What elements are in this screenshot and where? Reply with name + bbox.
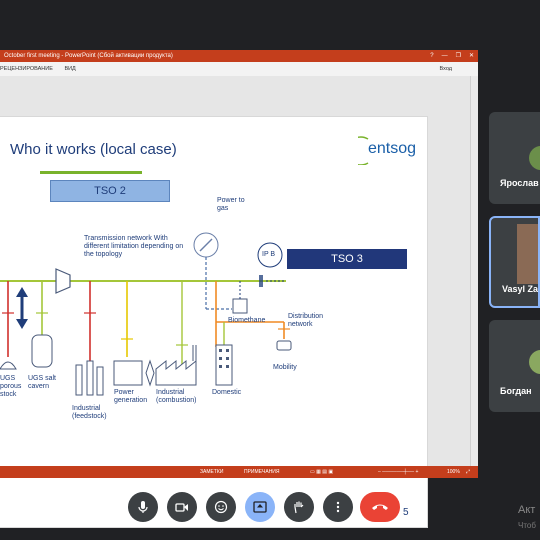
mobility-label: Mobility [273,364,297,371]
zoom-level[interactable]: 100% [447,466,460,478]
power-to-gas-label: Power to gas [217,197,245,212]
camera-button[interactable] [167,492,197,522]
microphone-icon [138,501,148,513]
avatar [529,146,540,170]
participant-tile-active[interactable]: Vasyl Za [489,216,540,308]
fit-slide-icon[interactable]: ⤢ [466,466,470,478]
biomethane-label: Biomethane [228,317,266,324]
ppt-window-title: October first meeting - PowerPoint (Сбой… [4,53,173,59]
microphone-button[interactable] [128,492,158,522]
power-generation-label: Power generation [114,389,148,404]
slide-title: Who it works (local case) [10,141,177,158]
domestic-building-icon [215,344,233,386]
raise-hand-button[interactable] [284,492,314,522]
entsog-logo: entsog [358,135,422,165]
comments-button[interactable]: ПРИМЕЧАНИЯ [244,466,280,478]
more-vert-icon [336,501,340,513]
participant-name: Ярослав [500,178,539,188]
meeting-stage: October first meeting - PowerPoint (Сбой… [0,0,540,540]
ugs-porous-icon [0,361,17,370]
close-icon[interactable]: ✕ [469,50,474,62]
minimize-icon[interactable]: — [442,50,448,62]
present-button[interactable] [245,492,275,522]
windows-activation-watermark-sub: Чтоб [518,521,536,530]
industrial-feedstock-label: Industrial (feedstock) [72,405,107,420]
biomethane-icon [232,298,248,314]
entsog-logo-text: entsog [368,140,417,157]
transmission-network-label: Transmission network With different limi… [84,235,184,258]
ugs-porous-label: UGS porous stock [0,375,22,398]
normal-view-icon[interactable]: ▭ ▦ ▤ ▣ [310,466,333,478]
restore-icon[interactable]: ❐ [456,50,461,62]
factory-icon [155,359,197,386]
tab-view[interactable]: ВИД [64,66,75,72]
tso3-box: TSO 3 [287,249,407,269]
domestic-label: Domestic [212,389,242,396]
participant-name: Богдан [500,386,532,396]
emoji-icon [214,500,228,514]
emoji-button[interactable] [206,492,236,522]
tso2-box: TSO 2 [50,180,170,202]
participant-tile[interactable]: Ярослав [489,112,540,204]
participant-tile[interactable]: Богдан [489,320,540,412]
tso2-accent-bar [40,171,142,174]
ppt-title-bar: October first meeting - PowerPoint (Сбой… [0,50,478,62]
shared-powerpoint-window: October first meeting - PowerPoint (Сбой… [0,50,478,528]
help-icon[interactable]: ? [430,50,433,62]
industrial-combustion-label: Industrial (combustion) [156,389,197,404]
slide-workspace: Who it works (local case) entsog TSO 2 T… [0,76,470,528]
ppt-ribbon-tabs: РЕЦЕНЗИРОВАНИЕ ВИД Вход [0,62,478,76]
avatar [529,350,540,374]
slide-page-number: 5 [403,507,409,518]
ugs-salt-cavern-icon [31,334,53,368]
vertical-scrollbar[interactable] [470,76,478,466]
end-call-button[interactable] [360,492,400,522]
mobility-truck-icon [276,340,292,351]
windows-activation-watermark: Акт [518,504,536,516]
zoom-slider[interactable]: – ──────┼── + [378,466,418,478]
tab-review[interactable]: РЕЦЕНЗИРОВАНИЕ [0,66,53,72]
distribution-network-label: Distribution network [288,313,324,328]
camera-icon [175,503,188,512]
participant-name: Vasyl Za [502,284,539,294]
compressor-icon [55,268,71,294]
ppt-status-bar: ЗАМЕТКИ ПРИМЕЧАНИЯ ▭ ▦ ▤ ▣ – ──────┼── +… [0,466,478,478]
more-options-button[interactable] [323,492,353,522]
participant-video [517,224,538,284]
present-icon [253,501,267,513]
ppt-window-controls: ? — ❐ ✕ [430,50,474,62]
notes-button[interactable]: ЗАМЕТКИ [200,466,223,478]
refinery-icon [75,364,83,396]
hang-up-icon [372,504,388,510]
power-plant-icon [113,360,143,386]
ugs-salt-label: UGS salt cavern [28,375,57,390]
ip-b-label: IP B [262,251,276,258]
raise-hand-icon [294,501,304,514]
sign-in-link[interactable]: Вход [440,62,452,76]
